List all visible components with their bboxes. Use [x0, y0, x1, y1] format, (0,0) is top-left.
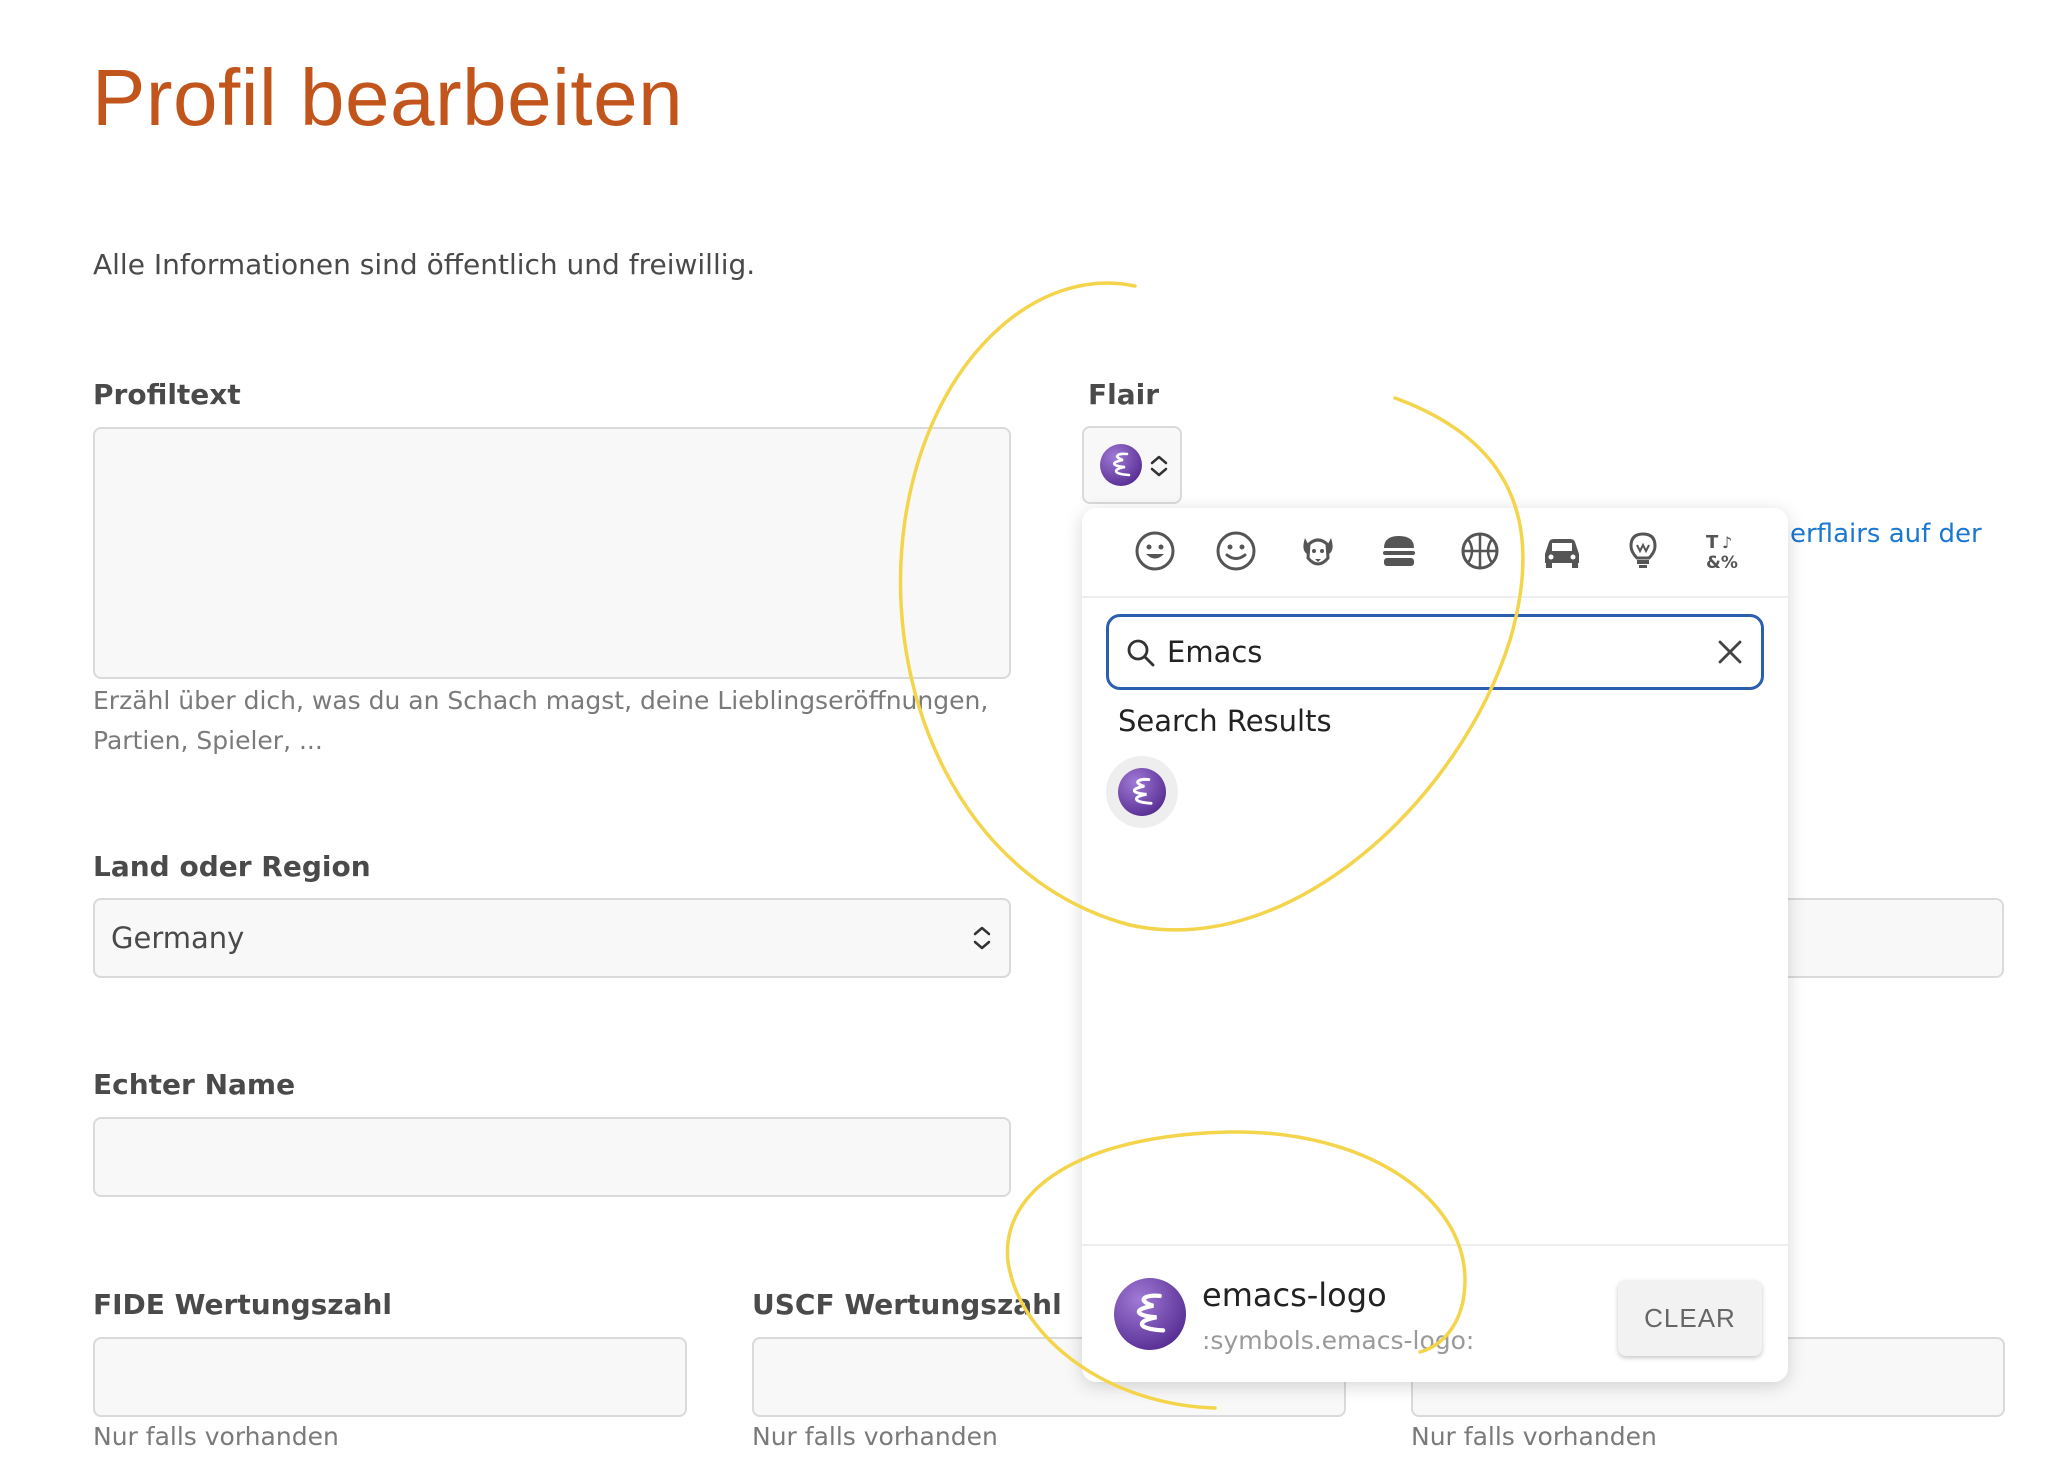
- country-select[interactable]: Germany: [93, 898, 1011, 978]
- right-column-field[interactable]: [1760, 898, 2004, 978]
- uscf-label: USCF Wertungszahl: [752, 1288, 1062, 1321]
- profiltext-help-line-2: Partien, Spieler, ...: [93, 726, 323, 755]
- symbols-icon[interactable]: T ♪&%: [1702, 528, 1748, 574]
- profiltext-label: Profiltext: [93, 378, 241, 411]
- flair-search-input[interactable]: Emacs: [1167, 635, 1262, 669]
- search-results-heading: Search Results: [1118, 704, 1332, 738]
- flair-picker-popup: T ♪ &% Emacs Search Results emacs-logo :sy…: [1082, 508, 1788, 1382]
- search-result-emacs[interactable]: [1106, 756, 1178, 828]
- objects-icon[interactable]: [1620, 528, 1666, 574]
- svg-text:T: T: [1706, 532, 1719, 553]
- third-rating-help: Nur falls vorhanden: [1411, 1422, 1657, 1451]
- profiltext-textarea[interactable]: [93, 427, 1011, 679]
- real-name-label: Echter Name: [93, 1068, 296, 1101]
- fide-label: FIDE Wertungszahl: [93, 1288, 393, 1321]
- profiltext-help: Erzähl über dich, was du an Schach magst…: [93, 681, 1053, 761]
- preview-shortcode: :symbols.emacs-logo:: [1202, 1326, 1475, 1355]
- fide-help: Nur falls vorhanden: [93, 1422, 339, 1451]
- uscf-help: Nur falls vorhanden: [752, 1422, 998, 1451]
- close-icon[interactable]: [1715, 637, 1745, 667]
- chevron-updown-icon: [1150, 455, 1168, 477]
- preview-name: emacs-logo: [1202, 1276, 1387, 1314]
- flair-select-button[interactable]: [1082, 426, 1182, 504]
- country-label: Land oder Region: [93, 850, 371, 883]
- smiley-icon[interactable]: [1132, 528, 1178, 574]
- profiltext-help-line-1: Erzähl über dich, was du an Schach magst…: [93, 686, 989, 715]
- emacs-logo-icon: [1100, 444, 1142, 486]
- flair-label: Flair: [1088, 378, 1160, 411]
- emacs-logo-icon: [1114, 1278, 1186, 1350]
- animal-icon[interactable]: [1295, 528, 1341, 574]
- clear-button[interactable]: CLEAR: [1618, 1280, 1762, 1356]
- emacs-logo-icon: [1118, 768, 1166, 816]
- intro-text: Alle Informationen sind öffentlich und f…: [93, 248, 756, 281]
- picker-category-bar: T ♪ &%: [1082, 508, 1788, 598]
- fide-input[interactable]: [93, 1337, 687, 1417]
- svg-text:♪: ♪: [1722, 533, 1732, 552]
- search-icon: [1127, 639, 1155, 667]
- activity-icon[interactable]: [1457, 528, 1503, 574]
- flair-preview: emacs-logo :symbols.emacs-logo: CLEAR: [1082, 1244, 1788, 1384]
- travel-icon[interactable]: [1539, 528, 1585, 574]
- food-icon[interactable]: [1376, 528, 1422, 574]
- people-icon[interactable]: [1213, 528, 1259, 574]
- real-name-input[interactable]: [93, 1117, 1011, 1197]
- country-select-value: Germany: [111, 921, 245, 955]
- flair-search-field[interactable]: Emacs: [1106, 614, 1764, 690]
- svg-text:&%: &%: [1706, 553, 1738, 573]
- flair-link-fragment[interactable]: erflairs auf der: [1790, 519, 1982, 549]
- page-title: Profil bearbeiten: [92, 53, 684, 142]
- chevron-updown-icon: [973, 926, 991, 950]
